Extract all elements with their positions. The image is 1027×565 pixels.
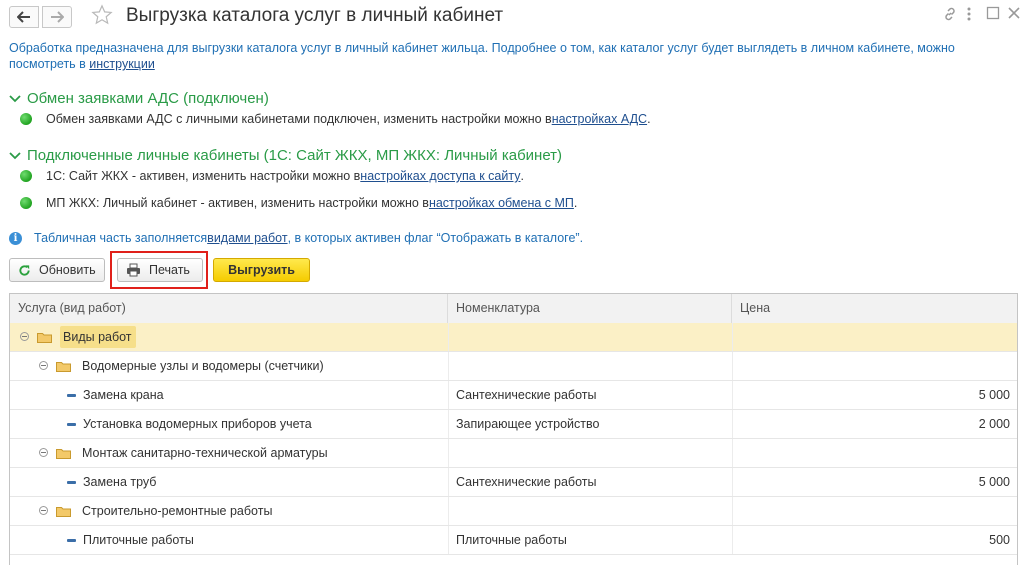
folder-icon (37, 331, 52, 343)
service-name-cell: Замена труб (83, 475, 157, 489)
price-cell (740, 497, 1010, 525)
price-cell: 2 000 (978, 417, 1010, 431)
chevron-down-icon (9, 151, 21, 159)
site-access-settings-link[interactable]: настройках доступа к сайту (360, 169, 520, 183)
price-cell: 500 (989, 533, 1010, 547)
table-group-row[interactable]: Виды работ (10, 323, 1017, 352)
item-icon (67, 394, 76, 397)
price-cell (740, 323, 1010, 351)
table-group-row[interactable]: Монтаж санитарно-технической арматуры (10, 439, 1017, 468)
cabinets-group-header[interactable]: Подключенные личные кабинеты (1С: Сайт Ж… (9, 147, 562, 164)
page-title: Выгрузка каталога услуг в личный кабинет (126, 5, 504, 26)
cabinets-group-title: Подключенные личные кабинеты (1С: Сайт Ж… (27, 147, 563, 164)
service-name-cell: Монтаж санитарно-технической арматуры (82, 446, 328, 460)
close-icon (1008, 7, 1020, 19)
site-status-text: 1С: Сайт ЖКХ - активен, изменить настрой… (46, 169, 361, 183)
ads-status-text: Обмен заявками АДС с личными кабинетами … (46, 112, 552, 126)
info-text: Табличная часть заполняется (34, 231, 208, 245)
info-icon: i (9, 231, 22, 245)
back-button[interactable] (9, 6, 39, 28)
maximize-icon (986, 6, 1000, 20)
refresh-label: Обновить (39, 263, 96, 277)
mp-status-text: МП ЖКХ: Личный кабинет - активен, измени… (46, 196, 429, 210)
service-name-cell: Строительно-ремонтные работы (82, 504, 273, 518)
price-cell: 5 000 (978, 388, 1010, 402)
collapse-toggle-icon[interactable] (39, 506, 48, 515)
nomenclature-cell: Сантехнические работы (456, 388, 597, 402)
item-icon (67, 481, 76, 484)
work-types-link[interactable]: видами работ (207, 231, 287, 245)
table-group-row[interactable]: Строительно-ремонтные работы (10, 497, 1017, 526)
ads-group-title: Обмен заявками АДС (подключен) (27, 90, 269, 107)
export-button[interactable]: Выгрузить (213, 258, 310, 282)
more-button[interactable] (966, 6, 972, 25)
export-label: Выгрузить (228, 263, 295, 277)
info-tail: , в которых активен флаг “Отображать в к… (287, 231, 584, 245)
star-icon (91, 4, 113, 25)
description-text: Обработка предназначена для выгрузки кат… (9, 40, 1009, 72)
link-button[interactable] (942, 6, 958, 25)
service-name-cell: Виды работ (63, 330, 132, 344)
ads-group-header[interactable]: Обмен заявками АДС (подключен) (9, 90, 269, 107)
nomenclature-cell: Запирающее устройство (456, 417, 600, 431)
service-name-cell: Установка водомерных приборов учета (83, 417, 312, 431)
arrow-left-icon (17, 11, 30, 23)
ads-status-row: Обмен заявками АДС с личными кабинетами … (20, 112, 651, 126)
column-header-nomenclature[interactable]: Номенклатура (448, 294, 732, 323)
table-row[interactable]: Плиточные работы Плиточные работы 500 (10, 526, 1017, 555)
more-icon (967, 7, 971, 21)
table-row[interactable]: Замена труб Сантехнические работы 5 000 (10, 468, 1017, 497)
service-name-cell: Замена крана (83, 388, 164, 402)
green-status-dot-icon (20, 170, 32, 182)
refresh-button[interactable]: Обновить (9, 258, 105, 282)
collapse-toggle-icon[interactable] (20, 332, 29, 341)
price-cell: 5 000 (978, 475, 1010, 489)
item-icon (67, 539, 76, 542)
folder-icon (56, 360, 71, 372)
table-group-row[interactable]: Водомерные узлы и водомеры (счетчики) (10, 352, 1017, 381)
ads-settings-link[interactable]: настройках АДС (552, 112, 647, 126)
nomenclature-cell: Сантехнические работы (456, 475, 597, 489)
maximize-button[interactable] (986, 6, 1000, 23)
nomenclature-cell: Плиточные работы (456, 533, 567, 547)
column-header-price[interactable]: Цена (732, 294, 1017, 323)
column-header-service[interactable]: Услуга (вид работ) (10, 294, 448, 323)
instructions-link[interactable]: инструкции (89, 57, 155, 71)
price-cell (740, 439, 1010, 467)
service-name-cell: Плиточные работы (83, 533, 194, 547)
folder-icon (56, 447, 71, 459)
ads-status-tail: . (647, 112, 651, 126)
table-row[interactable]: Замена крана Сантехнические работы 5 000 (10, 381, 1017, 410)
collapse-toggle-icon[interactable] (39, 448, 48, 457)
mp-status-row: МП ЖКХ: Личный кабинет - активен, измени… (20, 196, 577, 210)
services-table[interactable]: Услуга (вид работ) Номенклатура Цена Вид… (9, 293, 1018, 565)
forward-button[interactable] (42, 6, 72, 28)
item-icon (67, 423, 76, 426)
site-status-tail: . (520, 169, 524, 183)
service-name-cell: Водомерные узлы и водомеры (счетчики) (82, 359, 324, 373)
green-status-dot-icon (20, 113, 32, 125)
info-row: i Табличная часть заполняется видами раб… (9, 231, 583, 245)
table-row[interactable]: Установка водомерных приборов учета Запир… (10, 410, 1017, 439)
site-status-row: 1С: Сайт ЖКХ - активен, изменить настрой… (20, 169, 524, 183)
window-header: Выгрузка каталога услуг в личный кабинет (0, 0, 1027, 36)
price-cell (740, 352, 1010, 380)
arrow-right-icon (51, 11, 64, 23)
mp-exchange-settings-link[interactable]: настройках обмена с МП (429, 196, 574, 210)
folder-icon (56, 505, 71, 517)
favorite-star-button[interactable] (91, 4, 113, 29)
print-button-highlight (110, 251, 208, 289)
green-status-dot-icon (20, 197, 32, 209)
refresh-icon (19, 264, 30, 276)
mp-status-tail: . (573, 196, 578, 210)
collapse-toggle-icon[interactable] (39, 361, 48, 370)
chevron-down-icon (9, 94, 21, 102)
link-icon (945, 7, 955, 21)
table-header: Услуга (вид работ) Номенклатура Цена (10, 294, 1017, 324)
close-button[interactable] (1007, 6, 1021, 23)
